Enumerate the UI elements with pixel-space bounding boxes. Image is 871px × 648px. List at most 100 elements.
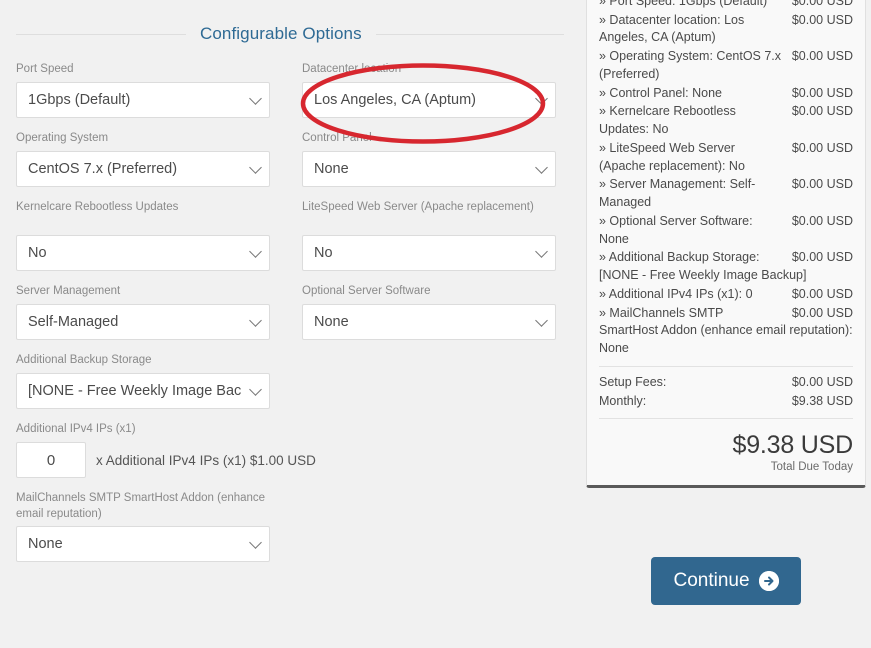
total-caption: Total Due Today bbox=[770, 461, 853, 474]
select-value-operating-system: CentOS 7.x (Preferred) bbox=[28, 161, 178, 177]
summary-line: $0.00 USD » Port Speed: 1Gbps (Default) bbox=[599, 0, 853, 11]
summary-line-label: » Datacenter location: Los Angeles, CA (… bbox=[599, 12, 745, 45]
summary-line: $0.00 USD » Datacenter location: Los Ang… bbox=[599, 12, 853, 48]
summary-line: $0.00 USD » Optional Server Software: No… bbox=[599, 213, 853, 249]
summary-line-label: » Additional IPv4 IPs (x1): 0 bbox=[599, 286, 753, 301]
chevron-down-icon bbox=[535, 245, 548, 258]
chevron-down-icon bbox=[249, 245, 262, 258]
field-port-speed: Port Speed 1Gbps (Default) bbox=[16, 62, 270, 131]
setup-fees-row: $0.00 USD Setup Fees: bbox=[599, 373, 853, 392]
select-litespeed-web-server[interactable]: No bbox=[302, 235, 556, 271]
field-additional-backup-storage: Additional Backup Storage [NONE - Free W… bbox=[16, 353, 316, 575]
chevron-down-icon bbox=[535, 314, 548, 327]
field-label-port-speed: Port Speed bbox=[16, 63, 74, 75]
field-label-control-panel: Control Panel bbox=[302, 132, 372, 144]
summary-line-price: $0.00 USD bbox=[791, 85, 853, 100]
select-control-panel[interactable]: None bbox=[302, 151, 556, 187]
field-litespeed-web-server: LiteSpeed Web Server (Apache replacement… bbox=[302, 200, 556, 284]
configurable-options-form: Configurable Options Port Speed 1Gbps (D… bbox=[0, 0, 580, 648]
summary-line-price: $0.00 USD bbox=[791, 104, 853, 119]
summary-line-price: $0.00 USD bbox=[791, 213, 853, 228]
monthly-label: Monthly: bbox=[599, 393, 647, 408]
summary-line: $0.00 USD » Additional Backup Storage: [… bbox=[599, 249, 853, 285]
select-datacenter-location[interactable]: Los Angeles, CA (Aptum) bbox=[302, 82, 556, 118]
select-mailchannels-smtp-smarthost-addon[interactable]: None bbox=[16, 526, 270, 563]
field-server-management: Server Management Self-Managed bbox=[16, 284, 270, 353]
summary-line-price: $0.00 USD bbox=[791, 250, 853, 265]
summary-line-label: » Port Speed: 1Gbps (Default) bbox=[599, 0, 768, 8]
summary-line-price: $0.00 USD bbox=[791, 140, 853, 155]
select-port-speed[interactable]: 1Gbps (Default) bbox=[16, 82, 270, 118]
select-value-port-speed: 1Gbps (Default) bbox=[28, 92, 131, 108]
field-label-optional-server-software: Optional Server Software bbox=[302, 285, 431, 297]
chevron-down-icon bbox=[249, 536, 262, 549]
field-label-additional-backup-storage: Additional Backup Storage bbox=[16, 354, 152, 366]
additional-ipv4-ips-input[interactable] bbox=[16, 442, 86, 478]
summary-line-price: $0.00 USD bbox=[791, 49, 853, 63]
field-label-additional-ipv4-ips: Additional IPv4 IPs (x1) bbox=[16, 423, 136, 435]
select-value-kernelcare-rebootless-updates: No bbox=[28, 245, 47, 261]
total-block: $9.38 USD Total Due Today bbox=[599, 425, 854, 474]
summary-line-label: » Optional Server Software: None bbox=[599, 213, 753, 246]
summary-line: $0.00 USD » Control Panel: None bbox=[599, 85, 853, 103]
monthly-row: $9.38 USD Monthly: bbox=[599, 392, 853, 411]
continue-button-wrapper: Continue bbox=[586, 557, 866, 605]
field-kernelcare-rebootless-updates: Kernelcare Rebootless Updates No bbox=[16, 200, 270, 284]
summary-line-label: » LiteSpeed Web Server (Apache replaceme… bbox=[599, 140, 745, 173]
select-server-management[interactable]: Self-Managed bbox=[16, 304, 270, 340]
field-label-operating-system: Operating System bbox=[16, 132, 109, 144]
order-summary-panel: VPS Hosting (2021) $9.38 USD TINY $0.00 … bbox=[586, 0, 866, 489]
page-title: Configurable Options bbox=[200, 24, 362, 43]
select-kernelcare-rebootless-updates[interactable]: No bbox=[16, 235, 270, 271]
select-value-datacenter-location: Los Angeles, CA (Aptum) bbox=[314, 92, 476, 108]
field-label-mailchannels-smtp-smarthost-addon: MailChannels SMTP SmartHost Addon (enhan… bbox=[16, 492, 266, 520]
summary-line: $0.00 USD » Server Management: Self-Mana… bbox=[599, 176, 853, 212]
summary-line: $0.00 USD » Kernelcare Rebootless Update… bbox=[599, 103, 853, 139]
summary-line: $0.00 USD » MailChannels SMTP SmartHost … bbox=[599, 305, 853, 358]
summary-divider-total bbox=[599, 418, 853, 420]
summary-line: $0.00 USD » LiteSpeed Web Server (Apache… bbox=[599, 140, 853, 176]
select-value-control-panel: None bbox=[314, 161, 349, 177]
chevron-down-icon bbox=[249, 92, 262, 105]
chevron-down-icon bbox=[249, 314, 262, 327]
select-operating-system[interactable]: CentOS 7.x (Preferred) bbox=[16, 151, 270, 187]
section-heading: Configurable Options bbox=[16, 24, 564, 44]
field-label-datacenter-location: Datacenter location bbox=[302, 63, 402, 75]
select-value-additional-backup-storage: [NONE - Free Weekly Image Backup] bbox=[28, 383, 241, 399]
setup-fees-value: $0.00 USD bbox=[791, 374, 853, 389]
monthly-value: $9.38 USD bbox=[791, 393, 853, 408]
continue-button-label: Continue bbox=[673, 570, 750, 591]
arrow-right-circle-icon bbox=[758, 571, 779, 591]
summary-line-price: $0.00 USD bbox=[791, 12, 853, 27]
chevron-down-icon bbox=[535, 161, 548, 174]
select-optional-server-software[interactable]: None bbox=[302, 304, 556, 340]
summary-line-price: $0.00 USD bbox=[791, 177, 853, 192]
summary-line-price: $0.00 USD bbox=[791, 305, 853, 320]
summary-line-label: » Control Panel: None bbox=[599, 85, 722, 100]
options-grid: Port Speed 1Gbps (Default) Datacenter lo… bbox=[16, 62, 564, 575]
select-additional-backup-storage[interactable]: [NONE - Free Weekly Image Backup] bbox=[16, 373, 270, 409]
heading-rule-left bbox=[16, 33, 186, 35]
select-value-server-management: Self-Managed bbox=[28, 314, 119, 330]
summary-line: $0.00 USD » Additional IPv4 IPs (x1): 0 bbox=[599, 286, 853, 304]
summary-line-label: » Additional Backup Storage: [NONE - Fre… bbox=[599, 250, 807, 282]
order-configuration-page: Configurable Options Port Speed 1Gbps (D… bbox=[0, 0, 871, 648]
chevron-down-icon bbox=[249, 383, 262, 396]
field-label-litespeed-web-server: LiteSpeed Web Server (Apache replacement… bbox=[302, 201, 534, 213]
summary-line-price: $0.00 USD bbox=[791, 0, 853, 8]
setup-fees-label: Setup Fees: bbox=[599, 374, 667, 389]
summary-divider bbox=[599, 365, 853, 367]
summary-line-label: » Kernelcare Rebootless Updates: No bbox=[599, 104, 736, 136]
chevron-down-icon bbox=[535, 92, 548, 105]
continue-button[interactable]: Continue bbox=[651, 557, 801, 605]
summary-line-price: $0.00 USD bbox=[791, 286, 853, 301]
total-amount: $9.38 USD bbox=[732, 431, 854, 460]
summary-line-label: » Operating System: CentOS 7.x (Preferre… bbox=[599, 49, 782, 81]
field-mailchannels-smtp-smarthost-addon: MailChannels SMTP SmartHost Addon (enhan… bbox=[16, 491, 270, 563]
field-label-server-management: Server Management bbox=[16, 285, 121, 297]
field-optional-server-software: Optional Server Software None bbox=[302, 284, 556, 353]
select-value-optional-server-software: None bbox=[314, 314, 349, 330]
summary-line: $0.00 USD » Operating System: CentOS 7.x… bbox=[599, 48, 853, 84]
field-operating-system: Operating System CentOS 7.x (Preferred) bbox=[16, 131, 270, 200]
heading-rule-right bbox=[375, 33, 564, 35]
